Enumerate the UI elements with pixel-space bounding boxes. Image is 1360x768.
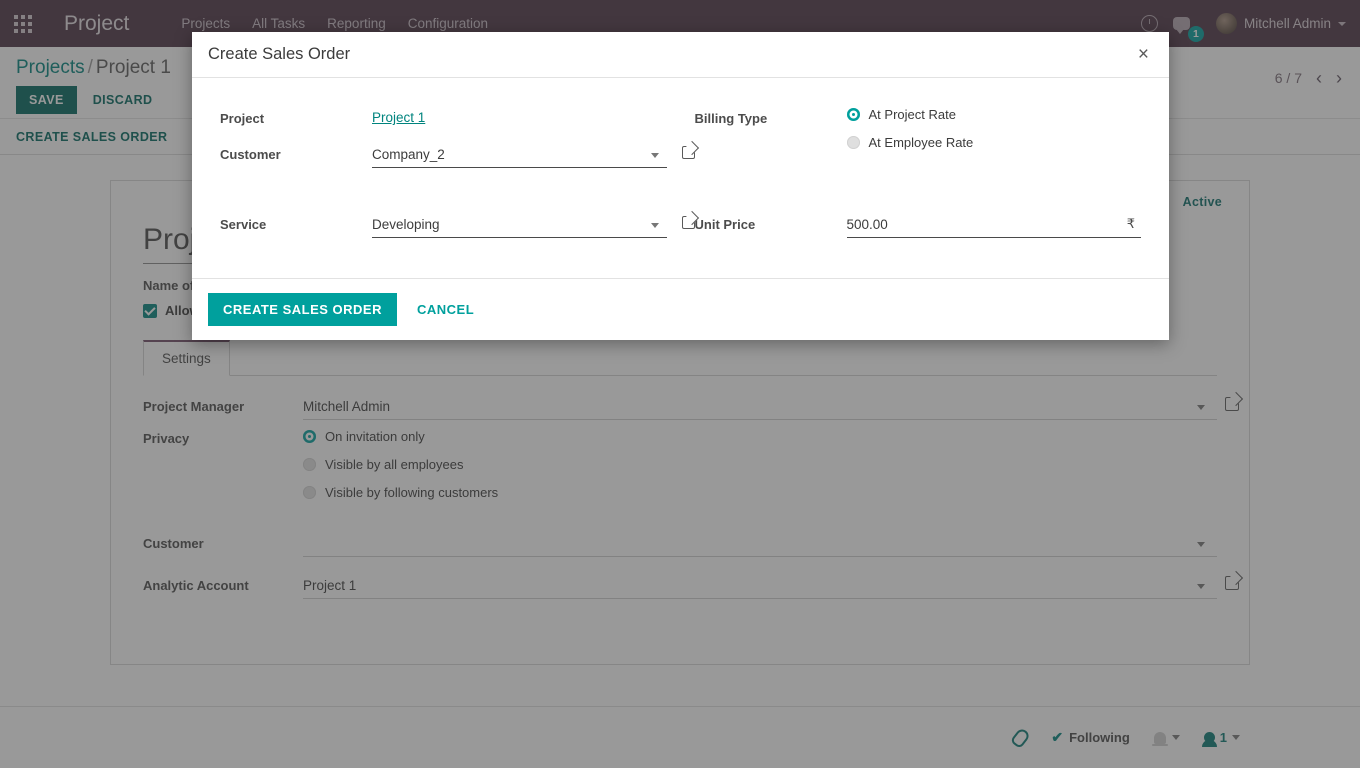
currency-symbol: ₹	[1126, 216, 1135, 231]
modal-customer-input[interactable]: Company_2	[372, 142, 667, 168]
external-link-icon[interactable]	[681, 216, 695, 229]
modal-field-customer: Customer Company_2	[220, 142, 695, 168]
close-icon[interactable]: ×	[1132, 43, 1155, 66]
modal-field-project: Project Project 1	[220, 106, 667, 132]
modal-service-label: Service	[220, 217, 267, 232]
chevron-down-icon	[650, 223, 659, 228]
modal-body: Project Project 1 Customer Company_2 Bil…	[192, 78, 1169, 278]
radio-selected-icon[interactable]	[846, 108, 860, 121]
billing-option-employee-rate-label: At Employee Rate	[868, 135, 974, 150]
modal-unit-price-value: 500.00	[846, 217, 888, 232]
modal-billing-type-label: Billing Type	[694, 111, 768, 126]
modal-project-label: Project	[220, 111, 265, 126]
radio-unselected-icon[interactable]	[846, 136, 860, 149]
modal-service-input[interactable]: Developing	[372, 212, 667, 238]
modal-left-column: Project Project 1 Customer Company_2	[206, 106, 695, 178]
billing-option-employee-rate[interactable]: At Employee Rate	[846, 135, 1142, 150]
modal-project-value-link[interactable]: Project 1	[372, 106, 425, 125]
billing-option-project-rate-label: At Project Rate	[868, 107, 956, 122]
modal-header: Create Sales Order ×	[192, 32, 1169, 78]
modal-service-value: Developing	[372, 217, 440, 232]
modal-customer-label: Customer	[220, 147, 281, 162]
modal-field-billing-type: Billing Type At Project Rate At Employee…	[695, 106, 1142, 163]
modal-row-spacer	[206, 178, 1155, 212]
modal-right-column: Billing Type At Project Rate At Employee…	[681, 106, 1156, 178]
create-sales-order-confirm-button[interactable]: CREATE SALES ORDER	[208, 293, 397, 326]
modal-title: Create Sales Order	[208, 45, 351, 63]
billing-option-project-rate[interactable]: At Project Rate	[846, 107, 1142, 122]
modal-footer: CREATE SALES ORDER CANCEL	[192, 278, 1169, 340]
chevron-down-icon	[650, 153, 659, 158]
modal-field-service: Service Developing	[220, 212, 695, 238]
external-link-icon[interactable]	[681, 146, 695, 159]
modal-customer-value: Company_2	[372, 147, 445, 162]
create-sales-order-dialog: Create Sales Order × Project Project 1 C…	[192, 32, 1169, 340]
modal-left-column-2: Service Developing	[206, 212, 695, 248]
modal-unit-price-input[interactable]: 500.00 ₹	[846, 212, 1141, 238]
billing-type-radio-group: At Project Rate At Employee Rate	[846, 106, 1142, 150]
modal-field-unit-price: Unit Price 500.00 ₹	[694, 212, 1141, 238]
modal-right-column-2: Unit Price 500.00 ₹	[681, 212, 1156, 248]
modal-unit-price-label: Unit Price	[694, 217, 756, 232]
cancel-button[interactable]: CANCEL	[403, 293, 488, 326]
